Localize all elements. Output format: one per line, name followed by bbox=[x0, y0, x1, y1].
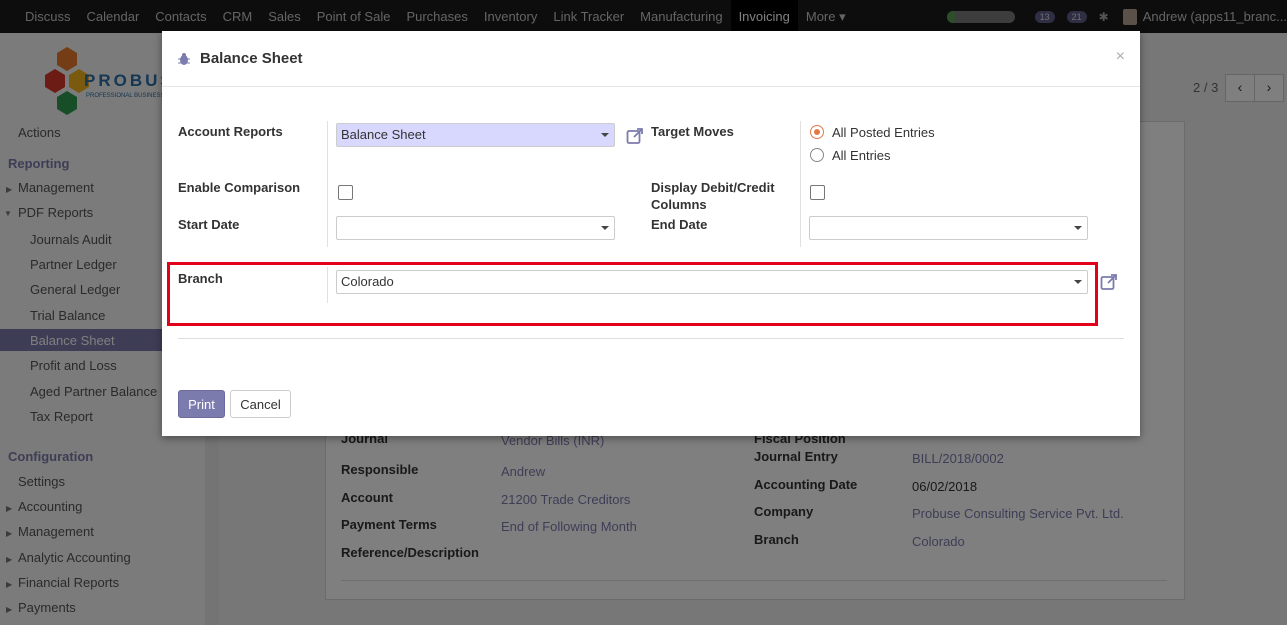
column-separator bbox=[327, 121, 328, 247]
branch-highlight-box bbox=[167, 262, 1098, 326]
display-debit-credit-checkbox[interactable] bbox=[810, 185, 825, 200]
account-reports-value: Balance Sheet bbox=[341, 127, 426, 142]
chevron-down-icon bbox=[1074, 226, 1082, 230]
end-date-input[interactable] bbox=[809, 216, 1088, 240]
account-reports-label: Account Reports bbox=[178, 124, 283, 139]
modal-title: Balance Sheet bbox=[200, 50, 303, 67]
display-debit-credit-label: Display Debit/Credit bbox=[651, 180, 775, 195]
radio-all-posted[interactable] bbox=[810, 125, 824, 139]
radio-all-posted-label[interactable]: All Posted Entries bbox=[832, 125, 935, 140]
start-date-label: Start Date bbox=[178, 217, 240, 232]
display-debit-credit-label-2: Columns bbox=[651, 197, 707, 212]
close-icon[interactable]: × bbox=[1116, 48, 1125, 66]
balance-sheet-dialog: Balance Sheet × Account Reports Balance … bbox=[162, 31, 1140, 436]
chevron-down-icon bbox=[601, 226, 609, 230]
print-button[interactable]: Print bbox=[178, 390, 225, 418]
enable-comparison-label: Enable Comparison bbox=[178, 180, 301, 195]
enable-comparison-checkbox[interactable] bbox=[338, 185, 353, 200]
chevron-down-icon bbox=[601, 133, 609, 137]
external-link-icon[interactable] bbox=[626, 127, 644, 145]
column-separator bbox=[800, 121, 801, 247]
footer-divider bbox=[178, 338, 1124, 339]
cancel-button[interactable]: Cancel bbox=[230, 390, 291, 418]
modal-header: Balance Sheet × bbox=[162, 31, 1140, 87]
radio-all-entries[interactable] bbox=[810, 148, 824, 162]
end-date-label: End Date bbox=[651, 217, 708, 232]
start-date-input[interactable] bbox=[336, 216, 615, 240]
account-reports-select[interactable]: Balance Sheet bbox=[336, 123, 615, 147]
target-moves-label: Target Moves bbox=[651, 124, 734, 139]
external-link-icon[interactable] bbox=[1100, 273, 1118, 291]
bug-icon bbox=[178, 53, 190, 65]
radio-all-entries-label[interactable]: All Entries bbox=[832, 148, 891, 163]
